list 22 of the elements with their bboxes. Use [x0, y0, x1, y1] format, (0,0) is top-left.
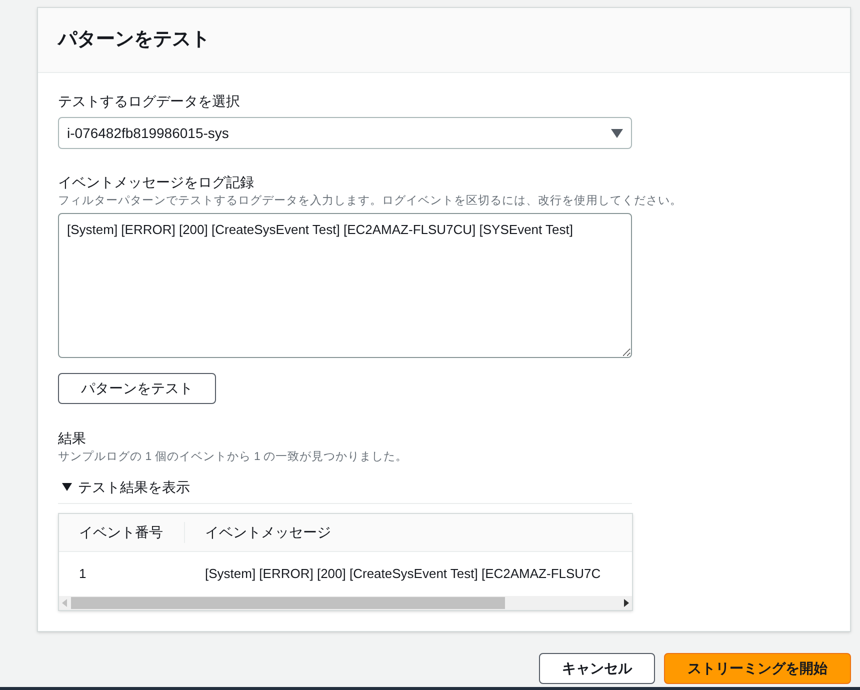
- scroll-right-icon[interactable]: [622, 598, 630, 606]
- scroll-left-icon[interactable]: [61, 598, 69, 606]
- test-pattern-button[interactable]: パターンをテスト: [58, 373, 216, 404]
- start-streaming-button[interactable]: ストリーミングを開始: [664, 653, 851, 684]
- field-hint: フィルターパターンでテストするログデータを入力します。ログイベントを区切るには、改行を使用してください。: [58, 194, 682, 209]
- cancel-button[interactable]: キャンセル: [539, 653, 655, 684]
- panel-title: パターンをテスト: [58, 28, 210, 52]
- table-cell: 1: [79, 566, 86, 581]
- caret-icon: [611, 128, 623, 138]
- column-header: イベント番号: [79, 524, 163, 540]
- field-label: イベントメッセージをログ記録: [58, 173, 254, 192]
- results-summary: サンプルログの 1 個のイベントから 1 の一致が見つかりました。: [58, 449, 408, 466]
- horizontal-scrollbar[interactable]: [59, 596, 632, 610]
- results-label: 結果: [58, 429, 86, 448]
- log-textarea[interactable]: [System] [ERROR] [200] [CreateSysEvent Test] [EC2AMAZ-FLSU7CU] [SYSEvent Test]: [58, 213, 632, 358]
- scrollbar-thumb[interactable]: [71, 596, 505, 608]
- caret-down-icon: [62, 482, 72, 492]
- field-label: テストするログデータを選択: [58, 92, 240, 111]
- test-results-toggle[interactable]: テスト結果を表示: [62, 476, 190, 498]
- log-select[interactable]: i-076482fb819986015-sys: [58, 117, 632, 149]
- column-header: イベントメッセージ: [205, 524, 331, 540]
- table-cell: [System] [ERROR] [200] [CreateSysEvent Test] [EC2AMAZ-FLSU7C: [205, 566, 601, 581]
